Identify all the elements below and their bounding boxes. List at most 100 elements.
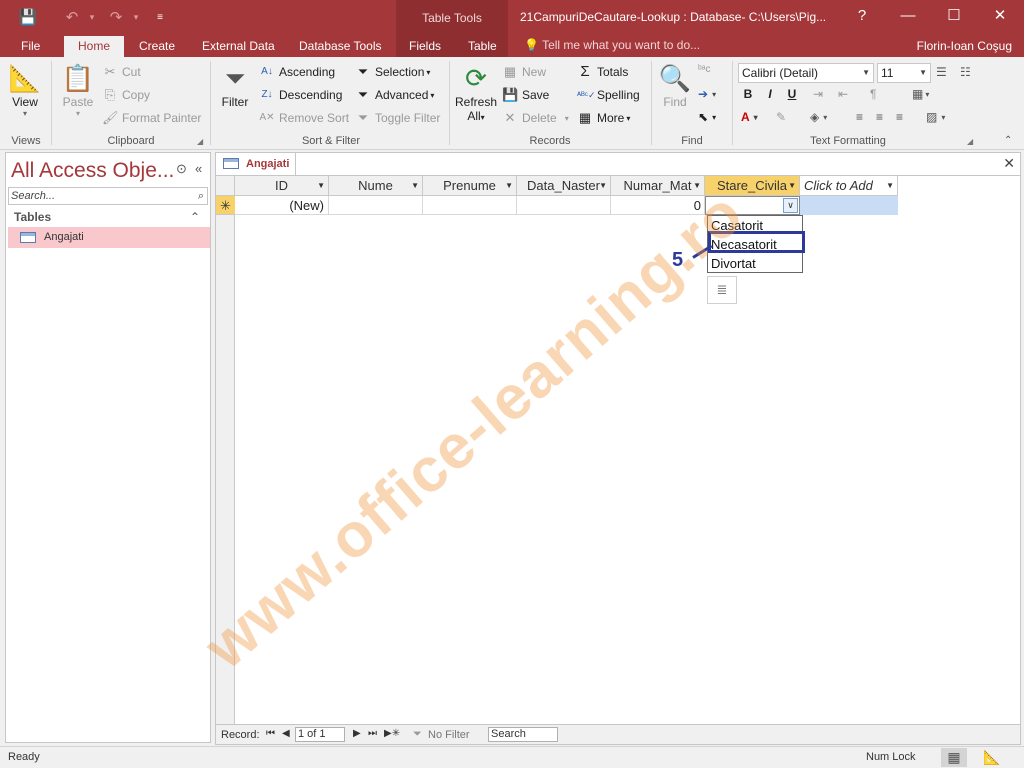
selection-button[interactable]: ⏷ Selection ▾ bbox=[355, 64, 431, 80]
background-color-icon[interactable]: ◈ ▾ bbox=[810, 110, 827, 124]
toggle-filter-button[interactable]: ⏷ Toggle Filter bbox=[355, 110, 441, 126]
find-button[interactable]: 🔍 Find bbox=[657, 61, 693, 109]
text-formatting-launcher-icon[interactable]: ◢ bbox=[967, 137, 973, 146]
replace-icon[interactable]: ᵇᵃc bbox=[698, 64, 711, 75]
maximize-button[interactable]: ☐ bbox=[940, 4, 968, 28]
column-dropdown-icon[interactable]: ▼ bbox=[599, 176, 607, 195]
font-size-combo[interactable]: 11 ▼ bbox=[877, 63, 931, 83]
remove-sort-button[interactable]: A✕ Remove Sort bbox=[259, 110, 349, 126]
close-document-icon[interactable]: ✕ bbox=[1003, 155, 1015, 172]
collapse-ribbon-icon[interactable]: ⌃ bbox=[1004, 135, 1012, 146]
numbering-icon[interactable]: ☰ bbox=[936, 65, 947, 79]
cell-click-to-add[interactable] bbox=[800, 196, 898, 215]
next-record-icon[interactable]: ▶ bbox=[353, 728, 361, 739]
increase-indent-icon[interactable]: ⇥ bbox=[813, 87, 823, 101]
tab-database-tools[interactable]: Database Tools bbox=[299, 36, 382, 57]
dropdown-option-divortat[interactable]: Divortat bbox=[708, 254, 802, 273]
save-icon[interactable]: 💾 bbox=[16, 7, 40, 27]
save-record-button[interactable]: 💾 Save bbox=[502, 87, 549, 103]
bold-button[interactable]: B bbox=[739, 87, 757, 101]
select-icon[interactable]: ⬉ ▾ bbox=[698, 110, 716, 124]
undo-dropdown-icon[interactable]: ▾ bbox=[80, 7, 104, 27]
last-record-icon[interactable]: ⏭ bbox=[368, 728, 377, 739]
combo-dropdown-icon[interactable]: ∨ bbox=[783, 198, 798, 213]
nav-section-tables[interactable]: Tables ⌃ bbox=[6, 207, 210, 227]
align-left-icon[interactable]: ≡ bbox=[856, 110, 863, 124]
datasheet-view-icon[interactable]: ▦ bbox=[941, 748, 967, 767]
tab-fields[interactable]: Fields bbox=[409, 36, 441, 57]
tell-me-box[interactable]: 💡 Tell me what you want to do... bbox=[524, 38, 700, 52]
stare-civila-combo[interactable]: ∨ bbox=[705, 196, 800, 215]
design-view-icon[interactable]: 📐 bbox=[979, 748, 1005, 767]
column-header-numar-mat[interactable]: Numar_Mat ▼ bbox=[611, 176, 705, 196]
column-header-click-to-add[interactable]: Click to Add ▼ bbox=[800, 176, 898, 196]
minimize-button[interactable]: — bbox=[894, 4, 922, 28]
align-center-icon[interactable]: ≡ bbox=[876, 110, 883, 124]
totals-button[interactable]: Σ Totals bbox=[577, 64, 628, 80]
user-name[interactable]: Florin-Ioan Coşug bbox=[917, 39, 1012, 53]
tab-create[interactable]: Create bbox=[139, 36, 175, 57]
refresh-all-button[interactable]: ⟳ Refresh All▾ bbox=[454, 61, 498, 123]
nav-menu-icon[interactable]: ⊙ bbox=[176, 161, 187, 177]
copy-button[interactable]: ⎘ Copy bbox=[102, 87, 150, 103]
decrease-indent-icon[interactable]: ⇤ bbox=[838, 87, 848, 101]
cell-data-nasterii[interactable] bbox=[517, 196, 611, 215]
advanced-button[interactable]: ⏷ Advanced ▾ bbox=[355, 87, 435, 103]
new-record-marker[interactable]: ✳ bbox=[216, 196, 235, 215]
nav-item-angajati[interactable]: Angajati bbox=[8, 227, 210, 248]
descending-button[interactable]: Z↓ Descending bbox=[259, 87, 342, 103]
cell-nume[interactable] bbox=[329, 196, 423, 215]
new-record-nav-icon[interactable]: ▶✳ bbox=[384, 728, 400, 739]
cut-button[interactable]: ✂ Cut bbox=[102, 64, 141, 80]
font-color-icon[interactable]: A ▾ bbox=[741, 110, 758, 124]
cell-numar-mat[interactable]: 0 bbox=[611, 196, 705, 215]
column-header-data-nasterii[interactable]: Data_Naster ▼ bbox=[517, 176, 611, 196]
column-header-id[interactable]: ID ▼ bbox=[235, 176, 329, 196]
close-button[interactable]: ✕ bbox=[986, 4, 1014, 28]
view-button[interactable]: 📐 View ▾ bbox=[4, 61, 46, 118]
format-painter-button[interactable]: 🖌 Format Painter bbox=[102, 110, 201, 126]
new-record-button[interactable]: ▦ New bbox=[502, 64, 546, 80]
search-icon[interactable]: ⌕ bbox=[198, 188, 204, 204]
tab-file[interactable]: File bbox=[21, 36, 40, 57]
goto-icon[interactable]: ➔ ▾ bbox=[698, 87, 716, 101]
tab-external-data[interactable]: External Data bbox=[202, 36, 275, 57]
ascending-button[interactable]: A↓ Ascending bbox=[259, 64, 335, 80]
paste-button[interactable]: 📋 Paste ▾ bbox=[58, 61, 98, 118]
filter-button[interactable]: ⏷ Filter bbox=[217, 61, 253, 109]
tab-home[interactable]: Home bbox=[64, 36, 125, 57]
column-dropdown-icon[interactable]: ▼ bbox=[788, 176, 796, 195]
previous-record-icon[interactable]: ◀ bbox=[282, 728, 290, 739]
bullets-icon[interactable]: ☷ bbox=[960, 65, 971, 79]
nav-search-input[interactable]: Search... ⌕ bbox=[8, 187, 208, 205]
alternate-row-color-icon[interactable]: ▨ ▾ bbox=[926, 110, 945, 124]
column-dropdown-icon[interactable]: ▼ bbox=[505, 176, 513, 195]
spelling-button[interactable]: ᴬᴮᶜ✓ Spelling bbox=[577, 87, 640, 103]
align-right-icon[interactable]: ≡ bbox=[896, 110, 903, 124]
delete-record-button[interactable]: ✕ Delete ▾ bbox=[502, 110, 569, 126]
column-dropdown-icon[interactable]: ▼ bbox=[317, 176, 325, 195]
record-search-input[interactable]: Search bbox=[488, 727, 558, 742]
collapse-section-icon[interactable]: ⌃ bbox=[190, 207, 200, 227]
current-record-input[interactable]: 1 of 1 bbox=[295, 727, 345, 742]
column-dropdown-icon[interactable]: ▼ bbox=[886, 176, 894, 195]
no-filter-button[interactable]: No Filter bbox=[428, 729, 470, 741]
redo-dropdown-icon[interactable]: ▾ bbox=[124, 7, 148, 27]
italic-button[interactable]: I bbox=[761, 87, 779, 101]
font-name-combo[interactable]: Calibri (Detail) ▼ bbox=[738, 63, 874, 83]
tab-table[interactable]: Table bbox=[468, 36, 497, 57]
shutter-bar-icon[interactable]: « bbox=[195, 161, 202, 176]
column-header-nume[interactable]: Nume ▼ bbox=[329, 176, 423, 196]
gridlines-icon[interactable]: ▦ ▾ bbox=[912, 87, 929, 101]
highlight-icon[interactable]: ✎ bbox=[776, 110, 786, 124]
first-record-icon[interactable]: ⏮ bbox=[266, 728, 275, 739]
column-header-prenume[interactable]: Prenume ▼ bbox=[423, 176, 517, 196]
paste-options-icon[interactable]: ≣ bbox=[707, 276, 737, 304]
clipboard-launcher-icon[interactable]: ◢ bbox=[197, 137, 203, 146]
document-tab-angajati[interactable]: Angajati bbox=[216, 153, 296, 175]
customize-quick-access-icon[interactable]: ≡ bbox=[148, 7, 172, 27]
cell-prenume[interactable] bbox=[423, 196, 517, 215]
column-dropdown-icon[interactable]: ▼ bbox=[693, 176, 701, 195]
select-all-corner[interactable] bbox=[216, 176, 235, 196]
help-button[interactable]: ? bbox=[848, 4, 876, 28]
